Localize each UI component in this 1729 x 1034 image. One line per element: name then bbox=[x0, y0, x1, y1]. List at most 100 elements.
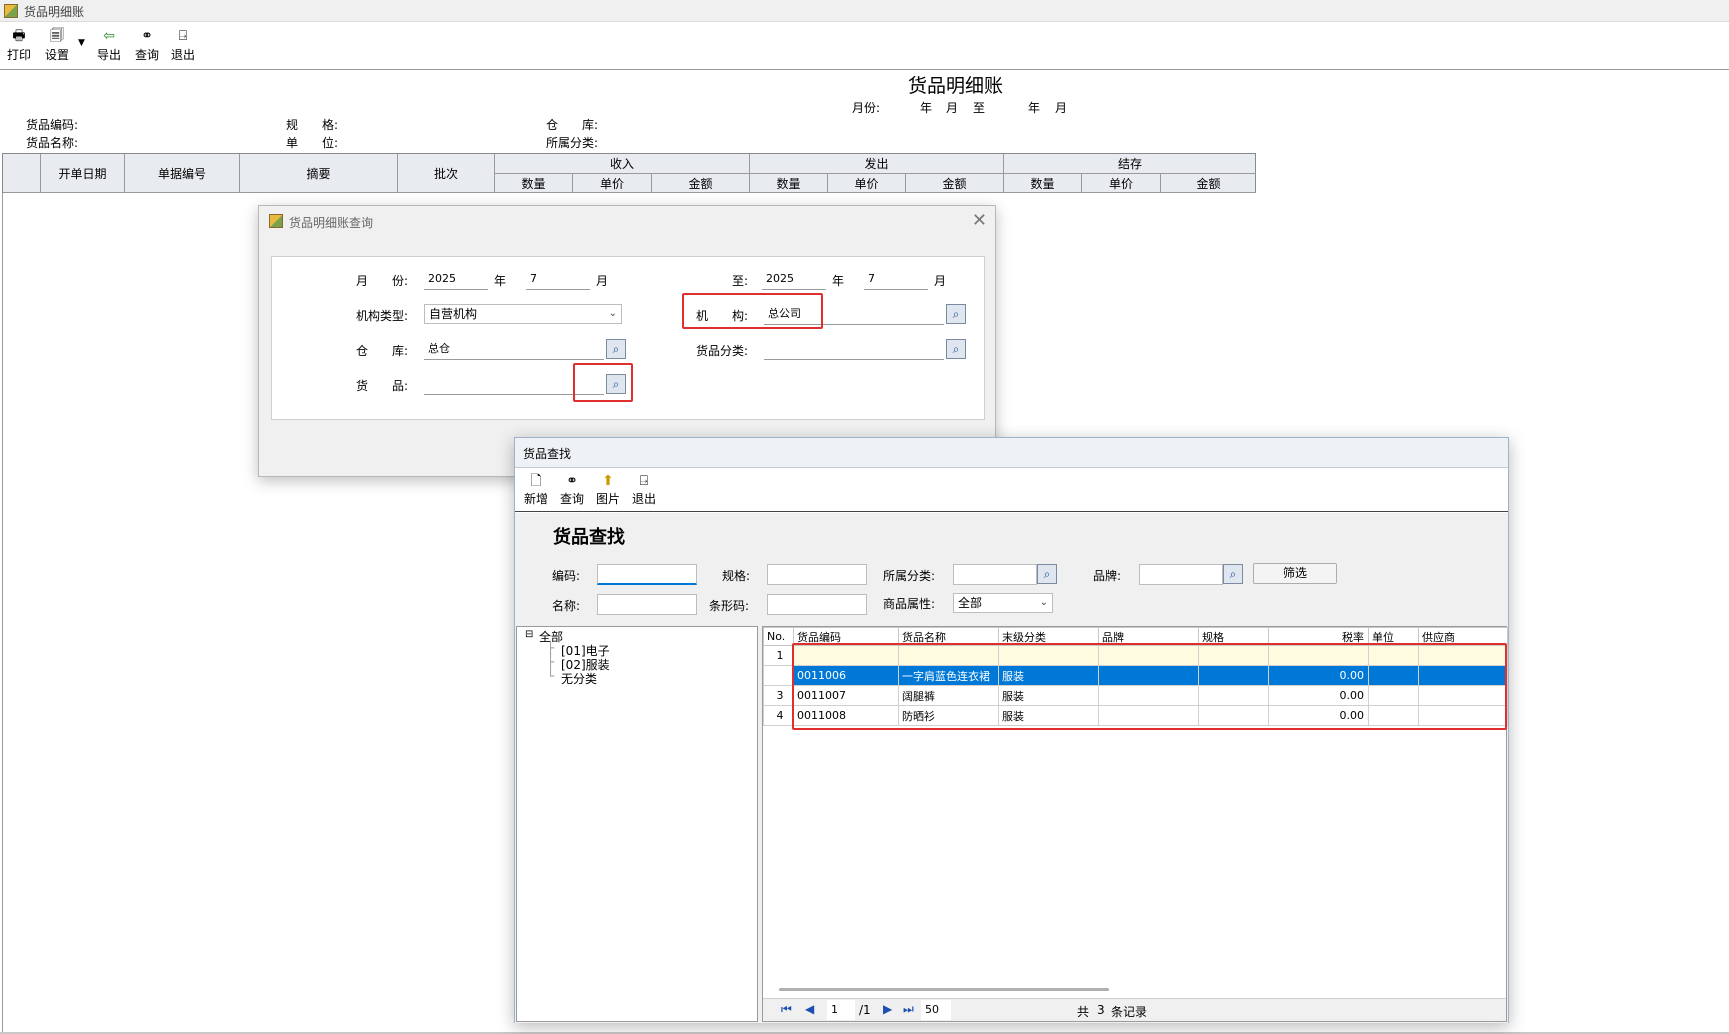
spec-input[interactable] bbox=[767, 564, 867, 585]
category-input[interactable] bbox=[764, 339, 944, 360]
goods-code-label: 货品编码: bbox=[26, 118, 79, 132]
to-label: 至: bbox=[732, 274, 749, 288]
code-label: 编码: bbox=[552, 569, 581, 583]
in-amount[interactable]: 金额 bbox=[652, 174, 750, 193]
find-exit-button[interactable]: ⍈ 退出 bbox=[627, 472, 661, 507]
find-category-input[interactable] bbox=[953, 564, 1037, 585]
warehouse-search-button[interactable]: ⌕ bbox=[606, 339, 626, 359]
first-page-icon[interactable]: ⏮ bbox=[781, 1002, 792, 1017]
new-file-icon: 🗋 bbox=[530, 473, 542, 489]
attr-select[interactable]: 全部 ⌄ bbox=[953, 593, 1053, 613]
to-year-input[interactable]: 2025 bbox=[762, 269, 826, 290]
month-unit-2: 月 bbox=[934, 274, 947, 288]
attr-value: 全部 bbox=[958, 596, 983, 610]
export-icon: ⇦ bbox=[103, 28, 115, 44]
report-header: 货品明细账 月份: 年 月 至 年 月 货品编码: 货品名称: 规 格: 单 位… bbox=[0, 71, 1729, 153]
to-month-input[interactable]: 7 bbox=[864, 269, 928, 290]
picture-button[interactable]: ⬆ 图片 bbox=[591, 472, 625, 507]
balance-price[interactable]: 单价 bbox=[1082, 174, 1161, 193]
exit-button[interactable]: ⍈ 退出 bbox=[166, 26, 200, 66]
spec-label: 规 格: bbox=[286, 118, 339, 132]
col-date[interactable]: 开单日期 bbox=[41, 154, 125, 193]
highlight-goods-search bbox=[573, 363, 633, 402]
goods-label: 货 品: bbox=[356, 379, 409, 393]
group-in: 收入 bbox=[495, 154, 750, 174]
category-label: 所属分类: bbox=[546, 136, 599, 150]
app-icon bbox=[4, 4, 18, 18]
prev-page-icon[interactable]: ◀ bbox=[805, 1002, 814, 1016]
cell-no[interactable]: 2 bbox=[763, 665, 794, 686]
barcode-input[interactable] bbox=[767, 594, 867, 615]
picture-icon: ⬆ bbox=[602, 473, 614, 489]
window-title: 货品明细账 bbox=[24, 5, 85, 19]
print-button[interactable]: 🖶 打印 bbox=[2, 26, 36, 66]
barcode-label: 条形码: bbox=[709, 599, 750, 613]
printer-icon: 🖶 bbox=[12, 28, 26, 44]
dialog-app-icon bbox=[269, 214, 283, 228]
filter-button[interactable]: 筛选 bbox=[1253, 563, 1337, 584]
page-input[interactable]: 1 bbox=[827, 1000, 855, 1020]
search-icon: ⌕ bbox=[1229, 567, 1237, 581]
record-count: 3 bbox=[1097, 1003, 1105, 1017]
title-bar: 货品明细账 bbox=[0, 0, 1729, 22]
tree-line: ├ bbox=[547, 641, 555, 655]
settings-dropdown-icon[interactable]: ▼ bbox=[78, 38, 85, 48]
out-price[interactable]: 单价 bbox=[828, 174, 906, 193]
col-summary[interactable]: 摘要 bbox=[240, 154, 398, 193]
in-qty[interactable]: 数量 bbox=[495, 174, 573, 193]
tree-item-uncategorized[interactable]: 无分类 bbox=[561, 670, 597, 687]
col-bill-no[interactable]: 单据编号 bbox=[125, 154, 240, 193]
cell-no[interactable]: 1 bbox=[763, 645, 794, 666]
warehouse-input[interactable]: 总仓 bbox=[424, 339, 604, 360]
org-type-select[interactable]: 自营机构 ⌄ bbox=[424, 304, 622, 324]
query-dialog-title: 货品明细账查询 bbox=[289, 216, 374, 230]
group-balance: 结存 bbox=[1004, 154, 1256, 174]
name-input[interactable] bbox=[597, 594, 697, 615]
binoculars-icon: ⚭ bbox=[566, 473, 578, 489]
attr-label: 商品属性: bbox=[883, 597, 936, 611]
org-search-button[interactable]: ⌕ bbox=[946, 304, 966, 324]
collapse-icon[interactable]: ⊟ bbox=[525, 629, 533, 640]
spec-label: 规格: bbox=[722, 569, 751, 583]
from-year-input[interactable]: 2025 bbox=[424, 269, 488, 290]
warehouse-label: 仓 库: bbox=[356, 344, 409, 358]
to-label: 至 bbox=[973, 101, 986, 115]
page-size-input[interactable]: 50 bbox=[921, 1000, 951, 1020]
find-category-search-button[interactable]: ⌕ bbox=[1037, 564, 1057, 584]
out-qty[interactable]: 数量 bbox=[750, 174, 828, 193]
chevron-down-icon: ⌄ bbox=[608, 308, 617, 319]
code-input[interactable] bbox=[597, 564, 697, 585]
out-amount[interactable]: 金额 bbox=[906, 174, 1004, 193]
brand-search-button[interactable]: ⌕ bbox=[1223, 564, 1243, 584]
category-search-button[interactable]: ⌕ bbox=[946, 339, 966, 359]
search-icon: ⌕ bbox=[952, 307, 960, 321]
settings-button[interactable]: 🗐 设置 bbox=[40, 26, 74, 66]
year-unit-1: 年 bbox=[920, 101, 933, 115]
new-button[interactable]: 🗋 新增 bbox=[519, 472, 553, 507]
balance-amount[interactable]: 金额 bbox=[1161, 174, 1256, 193]
goods-find-titlebar: 货品查找 bbox=[515, 438, 1508, 468]
cell-no[interactable]: 4 bbox=[763, 705, 794, 726]
brand-input[interactable] bbox=[1139, 564, 1223, 585]
from-month-input[interactable]: 7 bbox=[526, 269, 590, 290]
col-batch[interactable]: 批次 bbox=[398, 154, 495, 193]
col-no[interactable]: No. bbox=[763, 627, 794, 646]
query-button[interactable]: ⚭ 查询 bbox=[130, 26, 164, 66]
warehouse-label: 仓 库: bbox=[546, 118, 599, 132]
in-price[interactable]: 单价 bbox=[573, 174, 652, 193]
next-page-icon[interactable]: ▶ bbox=[883, 1002, 892, 1016]
horizontal-scrollbar[interactable] bbox=[779, 988, 1109, 991]
month-label: 月份: bbox=[852, 101, 881, 115]
find-query-button[interactable]: ⚭ 查询 bbox=[555, 472, 589, 507]
row-indicator-header bbox=[3, 154, 41, 193]
cell-no[interactable]: 3 bbox=[763, 685, 794, 706]
close-icon[interactable]: ✕ bbox=[972, 210, 987, 231]
search-icon: ⌕ bbox=[612, 342, 620, 356]
org-type-value: 自营机构 bbox=[429, 307, 478, 321]
exit-icon: ⍈ bbox=[178, 28, 188, 44]
balance-qty[interactable]: 数量 bbox=[1004, 174, 1082, 193]
tree-line: ├ bbox=[547, 655, 555, 669]
goods-name-label: 货品名称: bbox=[26, 136, 79, 150]
last-page-icon[interactable]: ⏭ bbox=[903, 1002, 914, 1017]
export-button[interactable]: ⇦ 导出 bbox=[92, 26, 126, 66]
